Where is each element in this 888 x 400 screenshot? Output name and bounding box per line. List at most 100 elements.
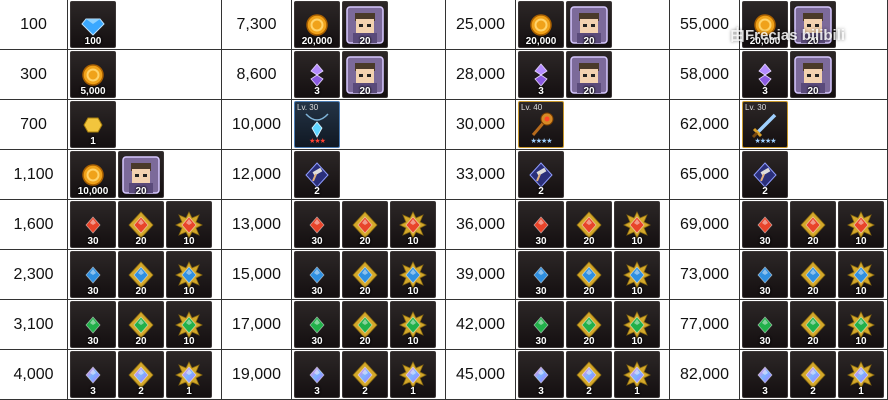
item-quantity: 30 — [759, 286, 771, 297]
item-quantity: 3 — [538, 386, 544, 397]
item-quantity: 10 — [183, 336, 195, 347]
reward-item[interactable]: 20 — [566, 51, 612, 98]
reward-item[interactable]: Lv. 30 ★★★★ — [742, 101, 788, 148]
rainbow-gem-medium-icon — [574, 360, 604, 390]
reward-item[interactable]: 20 — [566, 1, 612, 48]
reward-item[interactable]: 30 — [518, 201, 564, 248]
item-quantity: 2 — [538, 186, 544, 197]
reward-item[interactable]: 10 — [390, 201, 436, 248]
reward-item[interactable]: 30 — [294, 251, 340, 298]
reward-item[interactable]: 20 — [342, 251, 388, 298]
reward-item[interactable]: 30 — [742, 301, 788, 348]
item-quantity: 20 — [807, 236, 819, 247]
reward-item[interactable]: 20 — [566, 301, 612, 348]
reward-item[interactable]: 2 — [518, 151, 564, 198]
reward-cell: 30 20 10 — [68, 200, 222, 250]
item-quantity: 3 — [762, 86, 768, 97]
reward-item[interactable]: 1 — [166, 351, 212, 398]
reward-item[interactable]: 20 — [118, 301, 164, 348]
reward-item[interactable]: 3 — [294, 51, 340, 98]
reward-item[interactable]: 3 — [742, 51, 788, 98]
reward-item[interactable]: 20 — [790, 51, 836, 98]
item-quantity: 3 — [314, 86, 320, 97]
reward-item[interactable]: 20,000 — [518, 1, 564, 48]
reward-item[interactable]: 10 — [614, 251, 660, 298]
reward-item[interactable]: 20,000 — [294, 1, 340, 48]
milestone-value: 65,000 — [670, 150, 740, 200]
reward-item[interactable]: 1 — [838, 351, 884, 398]
reward-item[interactable]: 20 — [790, 301, 836, 348]
item-quantity: 1 — [410, 386, 416, 397]
reward-item[interactable]: 1 — [614, 351, 660, 398]
reward-item[interactable]: 30 — [294, 201, 340, 248]
reward-item[interactable]: Lv. 40 ★★★★ — [518, 101, 564, 148]
reward-item[interactable]: 30 — [70, 251, 116, 298]
reward-item[interactable]: 3 — [742, 351, 788, 398]
green-gem-medium-icon — [126, 310, 156, 340]
reward-item[interactable]: 10 — [614, 301, 660, 348]
reward-item[interactable]: 5,000 — [70, 51, 116, 98]
item-quantity: 20 — [583, 286, 595, 297]
reward-item[interactable]: 20 — [342, 301, 388, 348]
reward-item[interactable]: 30 — [742, 201, 788, 248]
milestone-value: 28,000 — [446, 50, 516, 100]
reward-cell: 10,000 20 — [68, 150, 222, 200]
reward-cell: 3 2 1 — [740, 350, 888, 400]
item-quantity: 20 — [135, 286, 147, 297]
reward-item[interactable]: 10 — [166, 301, 212, 348]
reward-item[interactable]: 10 — [166, 201, 212, 248]
reward-item[interactable]: 20 — [342, 1, 388, 48]
reward-item[interactable]: 2 — [790, 351, 836, 398]
reward-item[interactable]: 20 — [118, 251, 164, 298]
reward-item[interactable]: 10,000 — [70, 151, 116, 198]
reward-cell: 30 20 10 — [516, 200, 670, 250]
reward-item[interactable]: 3 — [518, 51, 564, 98]
reward-item[interactable]: 1 — [390, 351, 436, 398]
reward-item[interactable]: 30 — [70, 301, 116, 348]
reward-item[interactable]: 2 — [566, 351, 612, 398]
reward-item[interactable]: 30 — [742, 251, 788, 298]
reward-item[interactable]: 20 — [342, 201, 388, 248]
reward-item[interactable]: 20 — [118, 201, 164, 248]
reward-item[interactable]: 30 — [70, 201, 116, 248]
reward-item[interactable]: 30 — [294, 301, 340, 348]
reward-item[interactable]: 20 — [790, 1, 836, 48]
reward-item[interactable]: 2 — [294, 151, 340, 198]
reward-item[interactable]: 2 — [742, 151, 788, 198]
milestone-value: 30,000 — [446, 100, 516, 150]
item-stars: ★★★ — [309, 138, 326, 145]
reward-item[interactable]: 10 — [614, 201, 660, 248]
reward-item[interactable]: 10 — [390, 301, 436, 348]
reward-item[interactable]: 2 — [342, 351, 388, 398]
reward-item[interactable]: 10 — [838, 251, 884, 298]
reward-item[interactable]: 20,000 — [742, 1, 788, 48]
reward-item[interactable]: Lv. 30 ★★★ — [294, 101, 340, 148]
blue-gem-large-icon — [398, 260, 428, 290]
reward-item[interactable]: 10 — [838, 301, 884, 348]
diamond-icon — [80, 12, 106, 38]
reward-item[interactable]: 20 — [566, 201, 612, 248]
reward-item[interactable]: 30 — [518, 251, 564, 298]
reward-item[interactable]: 1 — [70, 101, 116, 148]
rainbow-gem-large-icon — [174, 360, 204, 390]
reward-item[interactable]: 20 — [790, 251, 836, 298]
purple-crystal-icon — [305, 62, 329, 88]
reward-item[interactable]: 3 — [518, 351, 564, 398]
reward-item[interactable]: 10 — [390, 251, 436, 298]
reward-item[interactable]: 10 — [166, 251, 212, 298]
reward-item[interactable]: 30 — [518, 301, 564, 348]
reward-item[interactable]: 3 — [70, 351, 116, 398]
reward-item[interactable]: 3 — [294, 351, 340, 398]
reward-item[interactable]: 10 — [838, 201, 884, 248]
reward-item[interactable]: 2 — [118, 351, 164, 398]
reward-item[interactable]: 20 — [118, 151, 164, 198]
reward-item[interactable]: 100 — [70, 1, 116, 48]
reward-cell: 2 — [516, 150, 670, 200]
reward-item[interactable]: 20 — [342, 51, 388, 98]
item-quantity: 30 — [535, 336, 547, 347]
reward-cell: 30 20 10 — [516, 300, 670, 350]
reward-item[interactable]: 20 — [566, 251, 612, 298]
reward-item[interactable]: 20 — [790, 201, 836, 248]
item-quantity: 20 — [359, 36, 371, 47]
item-quantity: 2 — [362, 386, 368, 397]
